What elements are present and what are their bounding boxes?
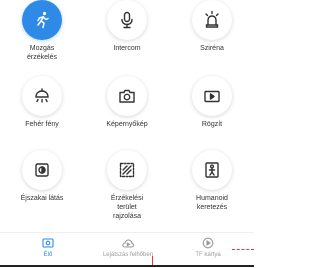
siren-icon: [192, 0, 232, 40]
camera-icon: [107, 76, 147, 116]
white-light-icon: [22, 76, 62, 116]
screenshot-label: Képernyőkép: [106, 121, 148, 128]
tab-live[interactable]: Élő: [6, 236, 90, 259]
siren-label: Sziréna: [200, 45, 224, 52]
tab-cloud-playback-label: Lejátszás felhőben: [102, 252, 154, 258]
humanoid-frame-icon: [192, 150, 232, 190]
tab-tf-card[interactable]: TF kártya: [166, 236, 250, 259]
draw-area-icon: [107, 150, 147, 190]
motion-detection-label: Mozgás érzékelés: [27, 45, 57, 61]
draw-detection-area-label: Érzékelési terület rajzolása: [110, 195, 144, 220]
record-label: Rögzít: [201, 121, 223, 128]
tf-card-icon: [202, 237, 214, 249]
cloud-playback-icon: [122, 239, 135, 248]
humanoid-framing-label: Humanoid keretezés: [196, 195, 228, 211]
white-light-label: Fehér fény: [25, 121, 59, 128]
tab-tf-card-label: TF kártya: [195, 252, 221, 258]
bottom-tab-bar: Élő Lejátszás felhőben TF kártya: [0, 232, 254, 268]
running-person-icon: [22, 0, 62, 40]
intercom-label: Intercom: [113, 45, 141, 52]
tab-cloud-playback[interactable]: Lejátszás felhőben: [86, 236, 170, 259]
night-vision-label: Éjszakai látás: [20, 195, 64, 202]
record-icon: [192, 76, 232, 116]
live-icon: [42, 238, 54, 248]
microphone-icon: [107, 0, 147, 40]
annotation-dashed-line: [232, 249, 254, 250]
tab-live-label: Élő: [43, 252, 53, 258]
night-vision-icon: [22, 150, 62, 190]
